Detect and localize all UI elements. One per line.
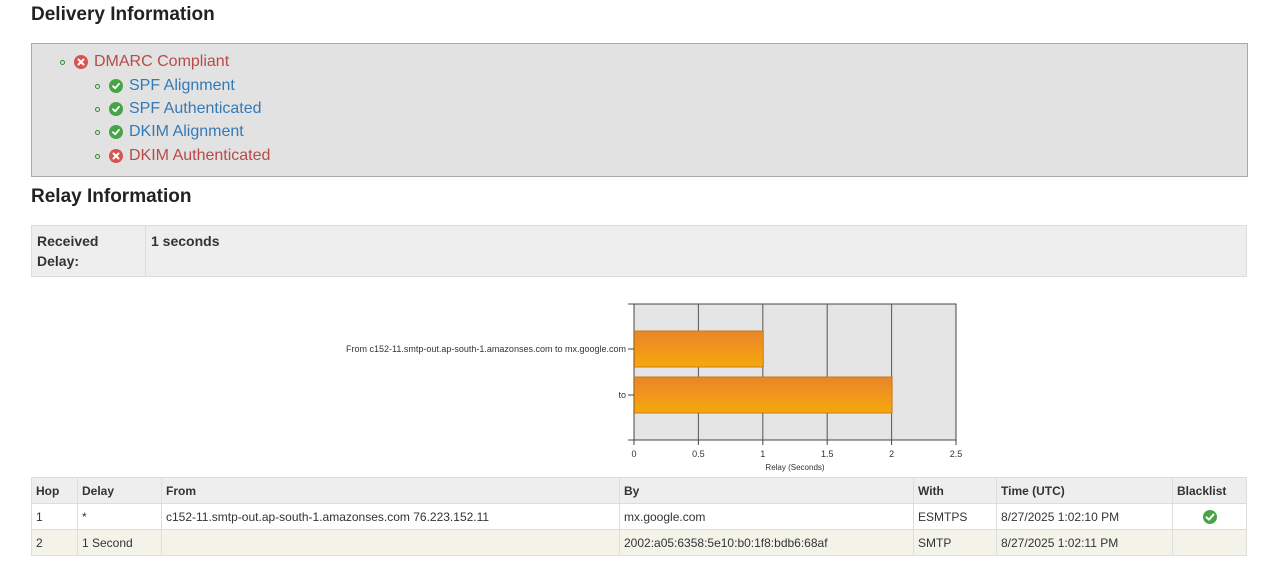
chart-plot-area	[633, 303, 957, 441]
hop-cell: 2	[31, 529, 78, 556]
chart-category-label: to	[618, 390, 626, 400]
with-cell: ESMTPS	[913, 503, 997, 530]
chart-x-tick-label: 1	[760, 449, 765, 459]
pass-check-icon	[109, 79, 123, 93]
blacklist-cell	[1172, 529, 1247, 556]
spf-alignment-label[interactable]: SPF Alignment	[129, 77, 235, 95]
dkim-alignment-item: DKIM Alignment	[95, 123, 244, 141]
chart-x-tick-label: 2.5	[950, 449, 963, 459]
chart-x-axis-label: Relay (Seconds)	[765, 463, 824, 472]
spf-authenticated-item: SPF Authenticated	[95, 100, 262, 118]
bullet-icon	[95, 153, 100, 159]
dkim-alignment-label[interactable]: DKIM Alignment	[129, 123, 244, 141]
dmarc-compliant-item: DMARC Compliant	[60, 53, 229, 71]
dkim-authenticated-label[interactable]: DKIM Authenticated	[129, 147, 270, 165]
dkim-authenticated-item: DKIM Authenticated	[95, 147, 270, 165]
bullet-icon	[60, 59, 65, 65]
relay-delay-chart: 0 0.5 1 1.5 2 2.5 From c152-11.smtp-out.ap-sou…	[346, 303, 963, 472]
dmarc-compliant-label[interactable]: DMARC Compliant	[94, 53, 229, 71]
from-cell	[161, 529, 620, 556]
received-delay-label: Received Delay:	[31, 225, 146, 277]
bullet-icon	[95, 83, 100, 89]
col-by-header: By	[619, 477, 914, 504]
chart-x-tick-label: 0.5	[692, 449, 705, 459]
fail-x-icon	[109, 149, 123, 163]
delay-cell: *	[77, 503, 162, 530]
col-with-header: With	[913, 477, 997, 504]
chart-bar	[634, 330, 764, 368]
check-icon[interactable]	[1202, 509, 1217, 524]
chart-category-label: From c152-11.smtp-out.ap-south-1.amazons…	[346, 344, 626, 354]
received-delay-value: 1 seconds	[145, 225, 1247, 277]
table-row: 1 * c152-11.smtp-out.ap-south-1.amazonse…	[31, 503, 1247, 530]
chart-x-tick-label: 0	[631, 449, 636, 459]
col-from-header: From	[161, 477, 620, 504]
by-cell: 2002:a05:6358:5e10:b0:1f8:bdb6:68af	[619, 529, 914, 556]
dmarc-results-panel: DMARC Compliant SPF Alignment SPF Authen…	[31, 43, 1248, 177]
chart-x-tick-label: 1.5	[821, 449, 834, 459]
chart-x-tick-label: 2	[889, 449, 894, 459]
spf-authenticated-label[interactable]: SPF Authenticated	[129, 100, 262, 118]
col-hop-header: Hop	[31, 477, 78, 504]
from-cell: c152-11.smtp-out.ap-south-1.amazonses.co…	[161, 503, 620, 530]
delivery-information-heading: Delivery Information	[31, 4, 215, 25]
bullet-icon	[95, 129, 100, 135]
relay-information-heading: Relay Information	[31, 186, 192, 207]
fail-x-icon	[74, 55, 88, 69]
chart-bar	[634, 376, 893, 414]
delay-cell: 1 Second	[77, 529, 162, 556]
time-cell: 8/27/2025 1:02:11 PM	[996, 529, 1173, 556]
table-row: 2 1 Second 2002:a05:6358:5e10:b0:1f8:bdb…	[31, 529, 1247, 556]
col-time-header: Time (UTC)	[996, 477, 1173, 504]
blacklist-cell	[1172, 503, 1247, 530]
col-blacklist-header: Blacklist	[1172, 477, 1247, 504]
by-cell: mx.google.com	[619, 503, 914, 530]
hop-cell: 1	[31, 503, 78, 530]
with-cell: SMTP	[913, 529, 997, 556]
relay-hops-table: Hop Delay From By With Time (UTC) Blackl…	[31, 477, 1247, 556]
time-cell: 8/27/2025 1:02:10 PM	[996, 503, 1173, 530]
bullet-icon	[95, 106, 100, 112]
received-delay-table: Received Delay: 1 seconds	[31, 225, 1247, 277]
col-delay-header: Delay	[77, 477, 162, 504]
pass-check-icon	[109, 102, 123, 116]
spf-alignment-item: SPF Alignment	[95, 77, 235, 95]
table-header-row: Hop Delay From By With Time (UTC) Blackl…	[31, 477, 1247, 504]
pass-check-icon	[109, 125, 123, 139]
